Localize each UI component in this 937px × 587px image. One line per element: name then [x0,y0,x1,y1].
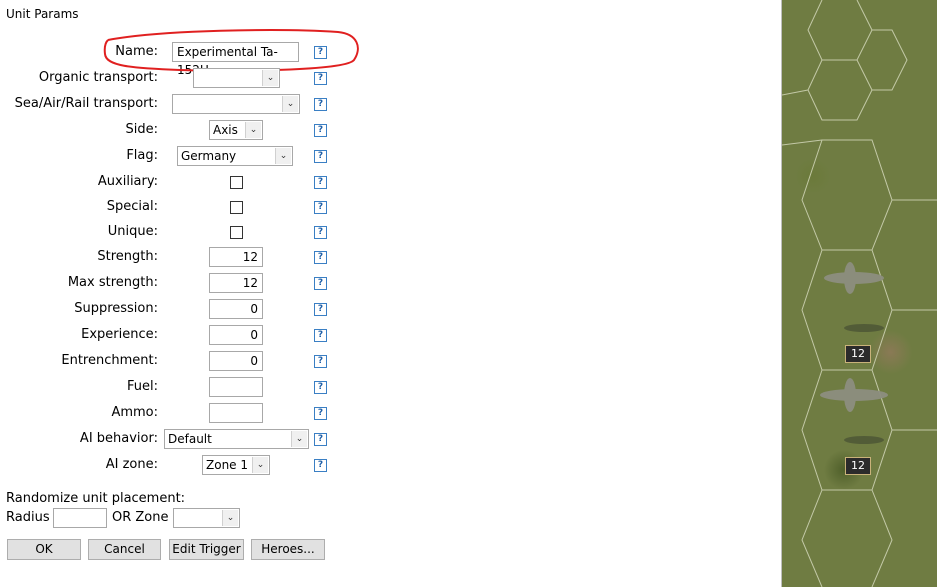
entrenchment-help-icon[interactable]: ? [314,355,327,368]
unique-label: Unique: [107,224,158,239]
side-help-icon[interactable]: ? [314,124,327,137]
organic-transport-label: Organic transport: [38,70,158,85]
fuel-label: Fuel: [127,379,158,394]
chevron-down-icon: ⌄ [275,148,291,164]
organic-transport-select[interactable]: ⌄ [193,68,280,88]
sea-air-rail-help-icon[interactable]: ? [314,98,327,111]
flag-select[interactable]: Germany ⌄ [177,146,293,166]
ammo-label: Ammo: [111,405,158,420]
unique-checkbox[interactable] [230,226,243,239]
chevron-down-icon: ⌄ [252,457,268,473]
ammo-help-icon[interactable]: ? [314,407,327,420]
strength-help-icon[interactable]: ? [314,251,327,264]
flag-help-icon[interactable]: ? [314,150,327,163]
edit-trigger-button[interactable]: Edit Trigger [169,539,244,560]
hex-grid [782,0,937,587]
sea-air-rail-label: Sea/Air/Rail transport: [14,96,158,111]
entrenchment-label: Entrenchment: [61,353,158,368]
flag-label: Flag: [126,148,158,163]
annotation-circle [103,29,359,72]
auxiliary-checkbox[interactable] [230,176,243,189]
auxiliary-help-icon[interactable]: ? [314,176,327,189]
ai-behavior-help-icon[interactable]: ? [314,433,327,446]
unit-strength-badge[interactable]: 12 [845,345,871,363]
suppression-label: Suppression: [74,301,158,316]
chevron-down-icon: ⌄ [262,70,278,86]
ai-behavior-value: Default [168,432,212,446]
zone-select[interactable]: ⌄ [173,508,240,528]
special-checkbox[interactable] [230,201,243,214]
chevron-down-icon: ⌄ [245,122,261,138]
radius-input[interactable] [53,508,107,528]
or-zone-label: OR Zone [112,510,169,525]
experience-label: Experience: [81,327,158,342]
experience-help-icon[interactable]: ? [314,329,327,342]
ai-zone-help-icon[interactable]: ? [314,459,327,472]
ok-button[interactable]: OK [7,539,81,560]
ai-zone-select[interactable]: Zone 1 ⌄ [202,455,270,475]
flag-value: Germany [181,149,237,163]
ai-behavior-label: AI behavior: [79,431,158,446]
organic-transport-help-icon[interactable]: ? [314,72,327,85]
max-strength-help-icon[interactable]: ? [314,277,327,290]
panel-title: Unit Params [6,7,79,21]
unique-help-icon[interactable]: ? [314,226,327,239]
sea-air-rail-select[interactable]: ⌄ [172,94,300,114]
heroes-button[interactable]: Heroes... [251,539,325,560]
side-select[interactable]: Axis ⌄ [209,120,263,140]
max-strength-input[interactable]: 12 [209,273,263,293]
side-label: Side: [125,122,159,137]
fuel-help-icon[interactable]: ? [314,381,327,394]
auxiliary-label: Auxiliary: [97,174,158,189]
ai-zone-value: Zone 1 [206,458,248,472]
special-help-icon[interactable]: ? [314,201,327,214]
ai-behavior-select[interactable]: Default ⌄ [164,429,309,449]
chevron-down-icon: ⌄ [282,96,298,112]
entrenchment-input[interactable]: 0 [209,351,263,371]
strength-label: Strength: [97,249,158,264]
randomize-heading: Randomize unit placement: [6,491,186,506]
special-label: Special: [106,199,158,214]
cancel-button[interactable]: Cancel [88,539,161,560]
ammo-input[interactable] [209,403,263,423]
hex-map[interactable]: 12 12 [782,0,937,587]
experience-input[interactable]: 0 [209,325,263,345]
ai-zone-label: AI zone: [105,457,158,472]
max-strength-label: Max strength: [67,275,158,290]
chevron-down-icon: ⌄ [291,431,307,447]
suppression-input[interactable]: 0 [209,299,263,319]
suppression-help-icon[interactable]: ? [314,303,327,316]
side-value: Axis [213,123,238,137]
radius-label: Radius [6,510,50,525]
chevron-down-icon: ⌄ [222,510,238,526]
fuel-input[interactable] [209,377,263,397]
unit-strength-badge[interactable]: 12 [845,457,871,475]
strength-input[interactable]: 12 [209,247,263,267]
